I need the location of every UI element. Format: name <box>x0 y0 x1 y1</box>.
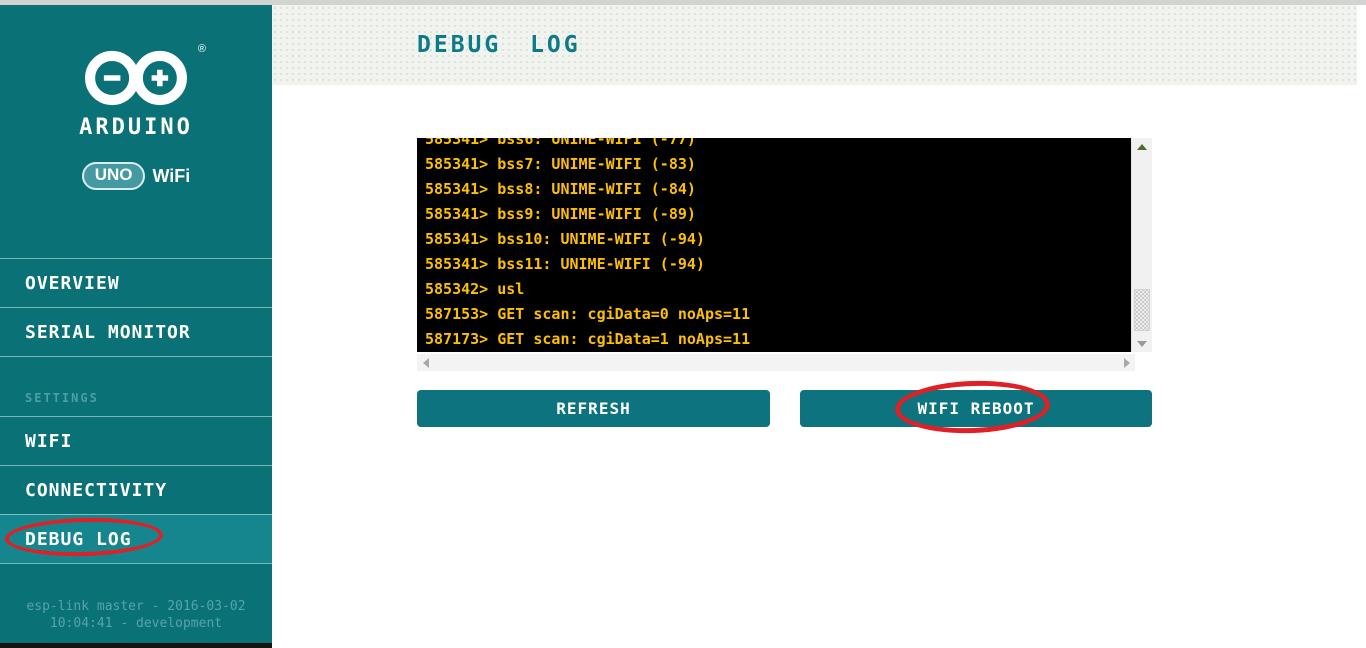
log-line: 587173> GET scan: cgiData=1 noAps=11 <box>425 327 1131 352</box>
scroll-right-arrow-icon[interactable] <box>1118 354 1135 371</box>
product-badge-row: UNO WiFi <box>0 162 272 190</box>
brand-name: ARDUINO <box>0 115 272 140</box>
uno-badge: UNO <box>82 162 146 190</box>
registered-mark: ® <box>198 43 206 55</box>
vertical-scrollbar-thumb[interactable] <box>1134 289 1150 331</box>
wifi-reboot-button-wrap: WIFI REBOOT <box>800 390 1152 427</box>
top-border-strip <box>0 0 1366 5</box>
sidebar-nav-main: OVERVIEW SERIAL MONITOR <box>0 258 272 357</box>
scroll-left-arrow-icon[interactable] <box>417 354 434 371</box>
log-line: 585341> bss6: UNIME-WIFI (-77) <box>425 138 1131 152</box>
page-header: DEBUG LOG <box>272 5 1357 85</box>
version-footer: esp-link master - 2016-03-02 10:04:41 - … <box>0 598 272 632</box>
log-line: 585341> bss8: UNIME-WIFI (-84) <box>425 177 1131 202</box>
sidebar-bottom-strip <box>0 643 272 648</box>
nav-item-label: CONNECTIVITY <box>25 480 167 501</box>
log-line: 587153> GET scan: cgiData=0 noAps=11 <box>425 302 1131 327</box>
version-footer-line2: 10:04:41 - development <box>0 615 272 632</box>
log-line: 585341> bss11: UNIME-WIFI (-94) <box>425 252 1131 277</box>
log-line: 585341> bss9: UNIME-WIFI (-89) <box>425 202 1131 227</box>
scroll-up-arrow-icon[interactable] <box>1132 138 1152 155</box>
settings-section-label: SETTINGS <box>25 391 99 405</box>
arduino-infinity-icon <box>80 47 192 109</box>
wifi-badge-suffix: WiFi <box>152 166 190 187</box>
sidebar: ® ARDUINO UNO WiFi OVERVIEW SERIAL MONIT… <box>0 5 272 643</box>
brand-block: ® ARDUINO UNO WiFi <box>0 47 272 190</box>
sidebar-item-connectivity[interactable]: CONNECTIVITY <box>0 465 272 514</box>
log-lines: 585341> bss6: UNIME-WIFI (-77) 585341> b… <box>425 138 1131 352</box>
scroll-down-arrow-icon[interactable] <box>1132 335 1152 352</box>
content-area: 585341> bss6: UNIME-WIFI (-77) 585341> b… <box>272 85 1366 648</box>
log-line: 585342> usl <box>425 277 1131 302</box>
debug-log-console: 585341> bss6: UNIME-WIFI (-77) 585341> b… <box>417 138 1131 352</box>
vertical-scrollbar[interactable] <box>1131 138 1152 352</box>
nav-item-label: OVERVIEW <box>25 273 120 294</box>
debug-console-area: 585341> bss6: UNIME-WIFI (-77) 585341> b… <box>417 138 1152 371</box>
sidebar-item-wifi[interactable]: WIFI <box>0 416 272 465</box>
refresh-button[interactable]: REFRESH <box>417 390 770 427</box>
version-footer-line1: esp-link master - 2016-03-02 <box>0 598 272 615</box>
sidebar-nav-settings: WIFI CONNECTIVITY DEBUG LOG <box>0 416 272 564</box>
horizontal-scrollbar[interactable] <box>417 354 1135 371</box>
nav-item-label: WIFI <box>25 431 72 452</box>
log-line: 585341> bss10: UNIME-WIFI (-94) <box>425 227 1131 252</box>
action-button-row: REFRESH WIFI REBOOT <box>417 390 1152 427</box>
sidebar-item-overview[interactable]: OVERVIEW <box>0 258 272 307</box>
nav-item-label: DEBUG LOG <box>25 529 132 550</box>
nav-item-label: SERIAL MONITOR <box>25 322 191 343</box>
wifi-reboot-button[interactable]: WIFI REBOOT <box>800 390 1152 427</box>
sidebar-item-serial-monitor[interactable]: SERIAL MONITOR <box>0 307 272 356</box>
refresh-button-wrap: REFRESH <box>417 390 770 427</box>
page-title: DEBUG LOG <box>417 32 581 58</box>
sidebar-item-debug-log[interactable]: DEBUG LOG <box>0 514 272 563</box>
log-line: 585341> bss7: UNIME-WIFI (-83) <box>425 152 1131 177</box>
main-panel: DEBUG LOG 585341> bss6: UNIME-WIFI (-77)… <box>272 5 1366 648</box>
arduino-logo: ® <box>80 47 192 113</box>
